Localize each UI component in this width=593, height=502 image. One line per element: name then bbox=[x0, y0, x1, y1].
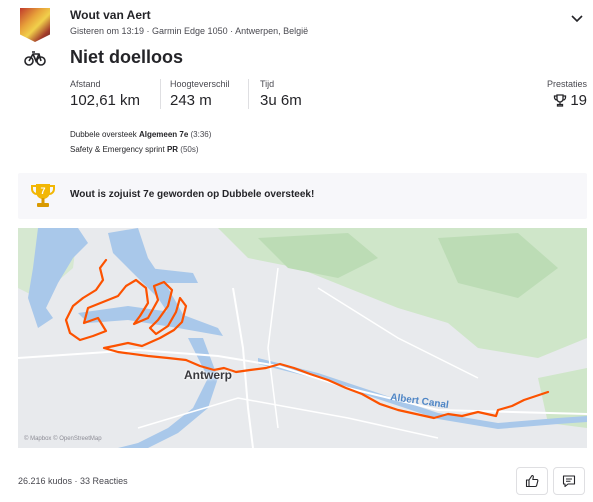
stat-label: Afstand bbox=[70, 79, 101, 89]
segment-name: Dubbele oversteek bbox=[70, 130, 139, 139]
segment-rank: PR bbox=[166, 145, 179, 154]
comment-button[interactable] bbox=[553, 467, 585, 495]
stat-value: 102,61 km bbox=[70, 92, 141, 109]
kudos-count: 26.216 kudos bbox=[18, 476, 73, 486]
stat-elevation: Hoogteverschil 243 m bbox=[170, 79, 230, 109]
stat-value: 243 m bbox=[170, 92, 212, 109]
trophy-rank: 7 bbox=[40, 186, 45, 196]
stat-label: Hoogteverschil bbox=[170, 79, 230, 89]
avatar[interactable] bbox=[20, 8, 50, 42]
segment-row[interactable]: Safety & Emergency sprint PR (50s) bbox=[70, 142, 211, 157]
stat-divider bbox=[248, 79, 249, 109]
stat-label: Tijd bbox=[260, 79, 275, 89]
stat-label: Prestaties bbox=[546, 79, 587, 89]
achievement-banner[interactable]: 7 Wout is zojuist 7e geworden op Dubbele… bbox=[18, 173, 587, 219]
map-canvas bbox=[18, 228, 587, 448]
chevron-down-icon[interactable] bbox=[568, 12, 586, 26]
achievement-text: Wout is zojuist 7e geworden op Dubbele o… bbox=[70, 189, 315, 200]
comment-count: 33 Reacties bbox=[80, 476, 128, 486]
map-attribution: © Mapbox © OpenStreetMap bbox=[24, 436, 102, 442]
thumbs-up-icon bbox=[525, 474, 539, 488]
segment-rank: Algemeen 7e bbox=[138, 130, 189, 139]
kudos-summary[interactable]: 26.216 kudos · 33 Reacties bbox=[18, 476, 128, 486]
stat-value: 19 bbox=[570, 92, 587, 109]
segment-time: (3:36) bbox=[188, 130, 212, 139]
activity-meta: Gisteren om 13:19 · Garmin Edge 1050 · A… bbox=[70, 26, 309, 36]
stat-divider bbox=[160, 79, 161, 109]
segment-name: Safety & Emergency sprint bbox=[70, 145, 167, 154]
bike-icon bbox=[24, 51, 46, 66]
comment-icon bbox=[562, 475, 576, 488]
trophy-icon bbox=[554, 93, 567, 107]
stat-achievements[interactable]: Prestaties 19 bbox=[547, 79, 587, 109]
separator: · bbox=[72, 476, 81, 486]
segment-time: (50s) bbox=[178, 145, 199, 154]
athlete-name[interactable]: Wout van Aert bbox=[70, 8, 151, 22]
stat-distance: Afstand 102,61 km bbox=[70, 79, 140, 109]
map-city-label: Antwerp bbox=[184, 368, 232, 382]
stat-time: Tijd 3u 6m bbox=[260, 79, 302, 109]
kudos-button[interactable] bbox=[516, 467, 548, 495]
stat-value: 3u 6m bbox=[260, 92, 302, 109]
segment-list: Dubbele oversteek Algemeen 7e (3:36) Saf… bbox=[70, 127, 211, 157]
activity-title[interactable]: Niet doelloos bbox=[70, 47, 183, 68]
route-map[interactable]: Antwerp Albert Canal © Mapbox © OpenStre… bbox=[18, 228, 587, 448]
segment-row[interactable]: Dubbele oversteek Algemeen 7e (3:36) bbox=[70, 127, 211, 142]
trophy-icon: 7 bbox=[31, 184, 55, 207]
